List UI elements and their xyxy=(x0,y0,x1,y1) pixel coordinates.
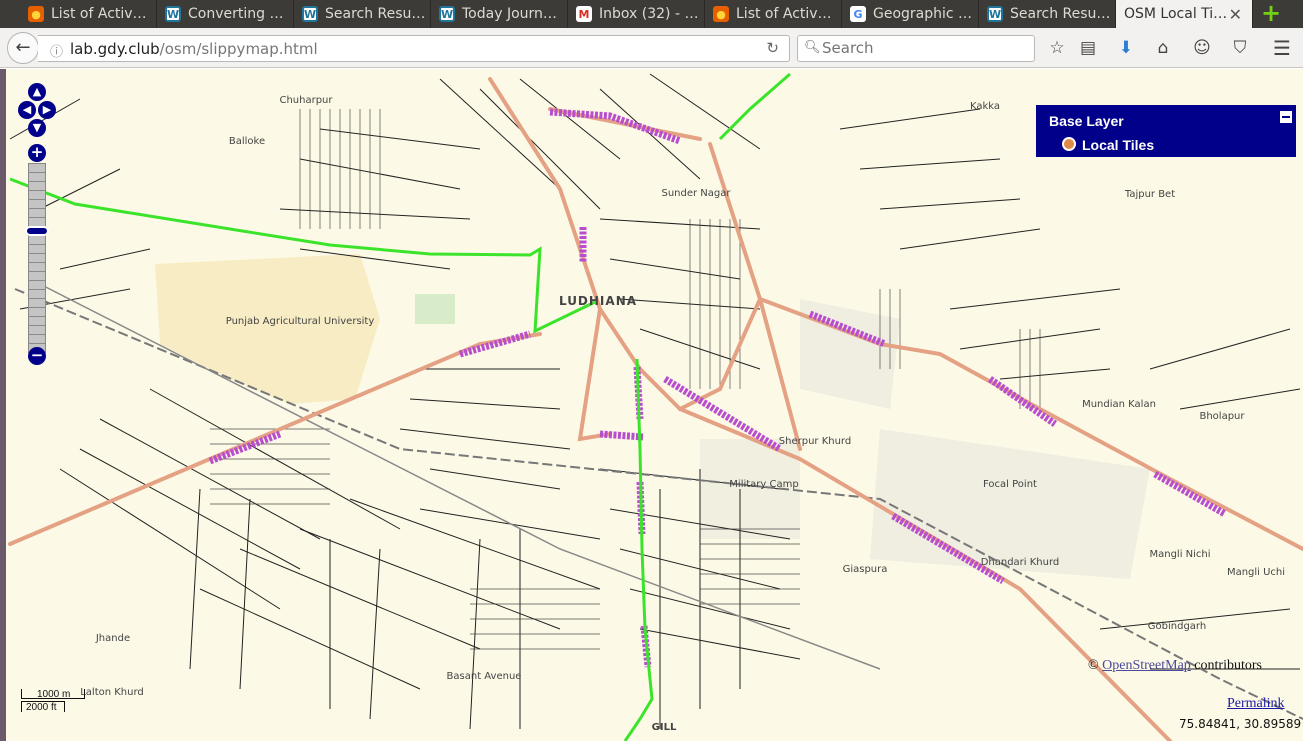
tab-label: Search Resu… xyxy=(325,6,426,22)
mouse-position: 75.84841, 30.89589 xyxy=(1179,717,1302,731)
url-path: /osm/slippymap.html xyxy=(159,40,318,58)
reading-list-icon[interactable]: ▤ xyxy=(1076,36,1100,60)
pan-right-icon[interactable]: ▶ xyxy=(38,101,56,119)
zoom-out-button[interactable]: − xyxy=(28,347,46,365)
place-label: Focal Point xyxy=(983,479,1037,490)
tab-label: List of Activ… xyxy=(736,6,832,22)
place-label: Kakka xyxy=(970,101,1000,112)
tab-7[interactable]: G Geographic … xyxy=(842,0,979,28)
back-arrow-icon: ← xyxy=(15,37,31,58)
zoom-bar[interactable] xyxy=(28,163,46,353)
close-icon[interactable]: ✕ xyxy=(1229,5,1242,24)
search-input[interactable] xyxy=(822,39,1022,57)
layer-switcher-title: Base Layer xyxy=(1049,113,1124,129)
window-edge xyxy=(0,69,6,741)
tab-label: OSM Local Ti… xyxy=(1124,6,1228,22)
pocket-icon[interactable]: ⛉ xyxy=(1228,36,1252,60)
scale-line: 1000 m 2000 ft xyxy=(21,689,91,717)
nav-toolbar: ← ⓘ lab.gdy.club/osm/slippymap.html ↻ 🔍︎… xyxy=(0,28,1303,68)
menu-icon[interactable]: ☰ xyxy=(1270,36,1294,60)
place-label: Sunder Nagar xyxy=(661,188,731,199)
google-icon: G xyxy=(850,6,866,22)
scale-metric: 1000 m xyxy=(21,689,85,700)
scale-imperial: 2000 ft xyxy=(21,701,65,713)
wordpress-icon: W xyxy=(302,6,318,22)
layer-switcher: Base Layer Local Tiles xyxy=(1036,105,1296,157)
tab-8[interactable]: W Search Resu… xyxy=(979,0,1116,28)
tab-1[interactable]: ● List of Activ… xyxy=(20,0,157,28)
tab-6[interactable]: ● List of Activ… xyxy=(705,0,842,28)
place-label: Jhande xyxy=(95,633,130,644)
layer-label[interactable]: Local Tiles xyxy=(1082,137,1154,153)
wordpress-icon: W xyxy=(165,6,181,22)
tab-4[interactable]: W Today Journ… xyxy=(431,0,568,28)
tab-5[interactable]: M Inbox (32) - … xyxy=(568,0,705,28)
url-text: lab.gdy.club/osm/slippymap.html xyxy=(70,40,318,58)
url-bar[interactable]: ⓘ lab.gdy.club/osm/slippymap.html ↻ xyxy=(38,35,790,62)
home-icon[interactable]: ⌂ xyxy=(1151,36,1175,60)
search-box[interactable]: 🔍︎ xyxy=(797,35,1035,62)
place-label: Punjab Agricultural University xyxy=(226,316,375,327)
permalink-link[interactable]: Permalink xyxy=(1227,696,1285,712)
place-label: Basant Avenue xyxy=(447,671,522,682)
place-label: Tajpur Bet xyxy=(1124,189,1175,200)
download-icon[interactable]: ⬇ xyxy=(1114,36,1138,60)
place-label: Gobindgarh xyxy=(1148,621,1206,632)
place-label: Mangli Uchi xyxy=(1227,567,1285,578)
tab-label: List of Activ… xyxy=(51,6,147,22)
gmail-icon: M xyxy=(576,6,592,22)
map-view[interactable]: LUDHIANA Punjab Agricultural University … xyxy=(0,69,1303,741)
back-button[interactable]: ← xyxy=(7,32,39,64)
tab-active[interactable]: OSM Local Ti… ✕ xyxy=(1116,0,1253,28)
pan-left-icon[interactable]: ◀ xyxy=(18,101,36,119)
park xyxy=(415,294,455,324)
tab-label: Today Journ… xyxy=(462,6,557,22)
tab-label: Geographic … xyxy=(873,6,973,22)
attribution-suffix: contributors xyxy=(1194,658,1262,673)
tab-strip: ● List of Activ… W Converting … W Search… xyxy=(0,0,1303,28)
place-label: Dhandari Khurd xyxy=(981,557,1060,568)
pan-up-icon[interactable]: ▲ xyxy=(28,83,46,101)
place-label: Mangli Nichi xyxy=(1149,549,1210,560)
chat-icon[interactable]: ☺ xyxy=(1190,36,1214,60)
wordpress-icon: W xyxy=(987,6,1003,22)
new-tab-button[interactable]: + xyxy=(1258,1,1284,26)
osm-link[interactable]: OpenStreetMap xyxy=(1102,658,1191,673)
map-tiles[interactable]: LUDHIANA Punjab Agricultural University … xyxy=(0,69,1303,741)
place-label: Military Camp xyxy=(729,479,798,490)
pan-zoom-control: ▲ ◀ ▶ ▼ + − xyxy=(18,83,56,373)
layer-radio[interactable] xyxy=(1062,137,1076,151)
firefox-icon: ● xyxy=(713,6,729,22)
place-label: LUDHIANA xyxy=(559,294,637,308)
place-label: Chuharpur xyxy=(279,95,333,106)
place-label: Balloke xyxy=(229,136,265,147)
place-label: Bholapur xyxy=(1199,411,1245,422)
place-label: Mundian Kalan xyxy=(1082,399,1156,410)
firefox-icon: ● xyxy=(28,6,44,22)
wordpress-icon: W xyxy=(439,6,455,22)
attribution: © OpenStreetMap contributors xyxy=(1088,658,1262,674)
place-label: GILL xyxy=(652,722,677,733)
minimize-icon[interactable] xyxy=(1280,111,1292,123)
copyright-symbol: © xyxy=(1088,658,1099,673)
info-icon[interactable]: ⓘ xyxy=(50,41,63,60)
bookmark-star-icon[interactable]: ☆ xyxy=(1045,36,1069,60)
url-domain: lab.gdy.club xyxy=(70,40,160,58)
place-label: Giaspura xyxy=(843,564,888,575)
search-icon: 🔍︎ xyxy=(804,40,821,55)
tab-label: Inbox (32) - … xyxy=(599,6,699,22)
tab-label: Converting … xyxy=(188,6,284,22)
pan-down-icon[interactable]: ▼ xyxy=(28,119,46,137)
zoom-in-button[interactable]: + xyxy=(28,144,46,162)
tab-3[interactable]: W Search Resu… xyxy=(294,0,431,28)
zoom-slider-handle[interactable] xyxy=(25,226,49,236)
tab-2[interactable]: W Converting … xyxy=(157,0,294,28)
place-label: Sherpur Khurd xyxy=(779,436,851,447)
reload-icon[interactable]: ↻ xyxy=(766,39,779,57)
tab-label: Search Resu… xyxy=(1010,6,1111,22)
